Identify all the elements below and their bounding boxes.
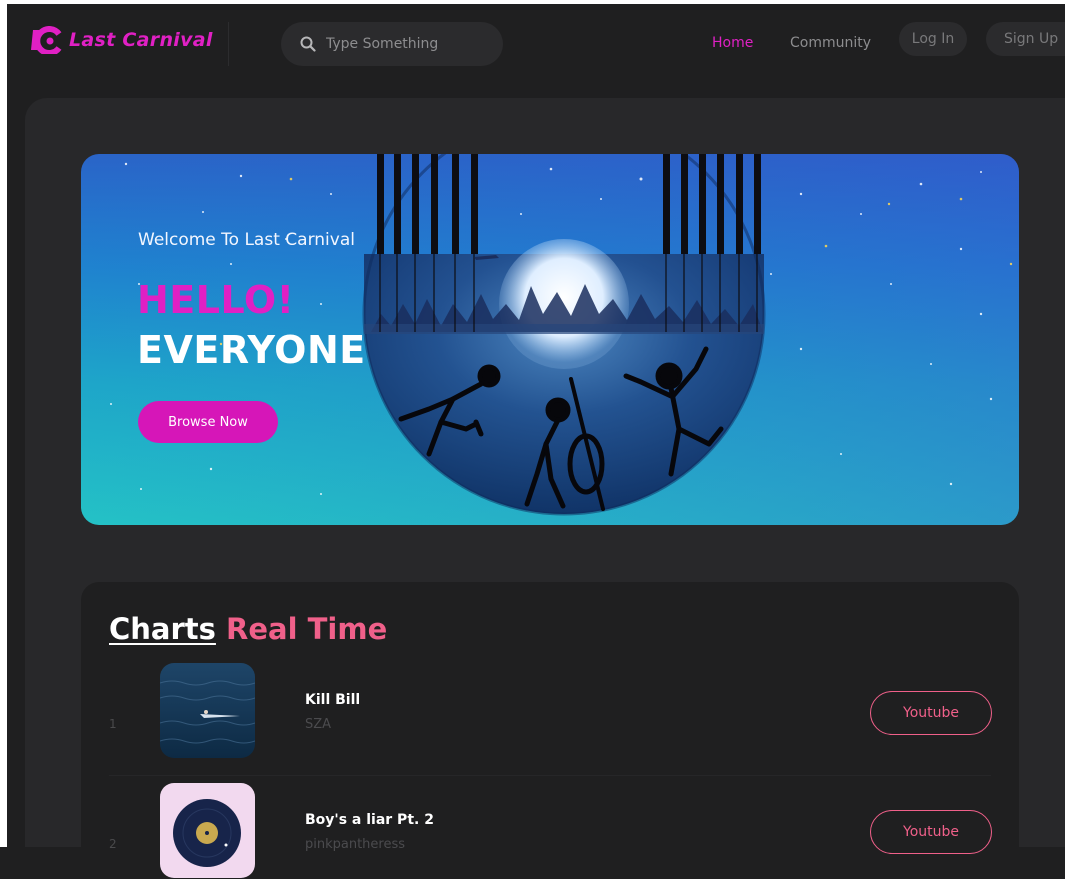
charts-title: Charts Real Time bbox=[109, 612, 387, 646]
window-left-edge bbox=[0, 0, 7, 847]
youtube-button[interactable]: Youtube bbox=[870, 810, 992, 854]
charts-title-accent: Real Time bbox=[226, 612, 388, 646]
hero-everyone-heading: EVERYONE bbox=[137, 328, 366, 372]
search-input[interactable] bbox=[324, 35, 488, 53]
row-divider bbox=[109, 775, 991, 776]
album-cover-boys-a-liar[interactable] bbox=[160, 783, 255, 878]
hero-hello-heading: HELLO! bbox=[137, 278, 295, 322]
header-divider bbox=[228, 22, 229, 66]
ocean-cover-image bbox=[160, 663, 255, 758]
brand-name: Last Carnival bbox=[69, 29, 213, 51]
search-icon bbox=[300, 36, 316, 52]
login-button[interactable]: Log In bbox=[899, 22, 967, 56]
song-artist[interactable]: SZA bbox=[305, 717, 331, 732]
top-navbar: Last Carnival Home Community Log In Sign… bbox=[7, 4, 1065, 82]
signup-button[interactable]: Sign Up bbox=[986, 22, 1065, 56]
nav-community-link[interactable]: Community bbox=[790, 35, 871, 51]
charts-title-link[interactable]: Charts bbox=[109, 612, 216, 646]
hero-banner: Welcome To Last Carnival HELLO! EVERYONE… bbox=[81, 154, 1019, 525]
chart-rank: 1 bbox=[109, 717, 117, 731]
search-bar bbox=[281, 22, 503, 66]
browse-now-button[interactable]: Browse Now bbox=[138, 401, 278, 443]
brand-logo[interactable]: Last Carnival bbox=[29, 24, 213, 56]
album-cover-kill-bill[interactable] bbox=[160, 663, 255, 758]
vinyl-cover-image bbox=[160, 783, 255, 878]
song-title[interactable]: Boy's a liar Pt. 2 bbox=[305, 812, 434, 828]
chart-row-2[interactable]: 2 Boy's a liar Pt. 2 pinkpantheress Yout… bbox=[109, 783, 999, 879]
song-artist[interactable]: pinkpantheress bbox=[305, 837, 405, 852]
chart-rank: 2 bbox=[109, 837, 117, 851]
nav-home-link[interactable]: Home bbox=[712, 35, 753, 51]
youtube-button[interactable]: Youtube bbox=[870, 691, 992, 735]
chart-row-1[interactable]: 1 Kill Bill SZA Youtube bbox=[109, 663, 999, 759]
charts-section: Charts Real Time 1 Kill Bill SZA Youtube… bbox=[81, 582, 1019, 878]
song-title[interactable]: Kill Bill bbox=[305, 692, 360, 708]
carnival-logo-icon bbox=[31, 26, 62, 54]
hero-welcome-text: Welcome To Last Carnival bbox=[138, 230, 355, 250]
